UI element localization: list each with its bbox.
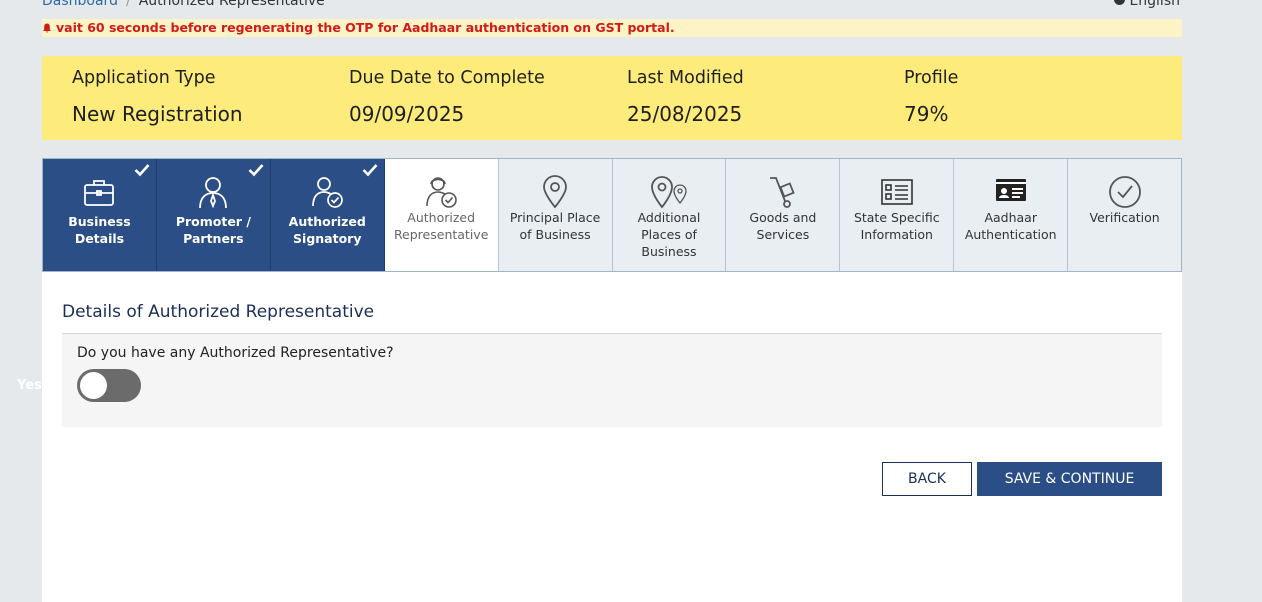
profile: Profile 79%: [904, 68, 958, 126]
hand-truck-icon: [769, 177, 795, 208]
breadcrumb-dashboard-link[interactable]: Dashboard: [42, 0, 118, 9]
authorized-representative-panel: Details of Authorized Representative Do …: [42, 272, 1182, 602]
tab-label-line2: Signatory: [293, 231, 362, 246]
tab-additional-places[interactable]: Additional Places of Business: [613, 159, 727, 271]
tab-goods-services[interactable]: Goods and Services: [726, 159, 841, 271]
representative-icon: [426, 177, 457, 208]
alert-text: vait 60 seconds before regenerating the …: [56, 20, 675, 35]
tab-label-line1: Goods and: [749, 210, 817, 225]
toggle-yes-label: Yes: [17, 378, 42, 393]
tab-aadhaar-authentication[interactable]: Aadhaar Authentication: [954, 159, 1069, 271]
person-icon: [199, 177, 228, 209]
back-button[interactable]: BACK: [882, 462, 972, 496]
save-continue-button[interactable]: SAVE & CONTINUE: [977, 462, 1162, 496]
breadcrumb-current: Authorized Representative: [138, 0, 325, 9]
info-form-icon: [880, 179, 913, 205]
profile-value: 79%: [904, 102, 949, 126]
application-type-label: Application Type: [72, 68, 216, 88]
tab-label-line2: of Business: [519, 227, 591, 242]
breadcrumb-separator: /: [125, 0, 131, 9]
tab-label-line1: Additional: [637, 210, 701, 225]
location-pin-icon: [543, 175, 567, 209]
due-date: Due Date to Complete 09/09/2025: [349, 68, 545, 126]
otp-alert: vait 60 seconds before regenerating the …: [42, 19, 1182, 37]
tab-business-details[interactable]: Business Details: [43, 159, 157, 271]
bell-icon: [43, 23, 51, 33]
tab-label-line1: Principal Place: [509, 210, 601, 225]
id-card-icon: [995, 179, 1026, 201]
question-box: Do you have any Authorized Representativ…: [62, 334, 1162, 427]
signatory-icon: [312, 177, 344, 208]
due-date-label: Due Date to Complete: [349, 68, 545, 88]
tab-label-line1: Business: [68, 214, 131, 229]
tab-label-line1: Authorized: [407, 210, 476, 225]
tab-authorized-signatory[interactable]: Authorized Signatory: [270, 159, 385, 271]
last-modified: Last Modified 25/08/2025: [627, 68, 744, 126]
application-type: Application Type New Registration: [72, 68, 243, 126]
registration-steps: Business Details Promoter / Partners Aut…: [42, 158, 1182, 272]
last-modified-label: Last Modified: [627, 68, 744, 88]
last-modified-value: 25/08/2025: [627, 102, 743, 126]
tab-label-line2: Services: [756, 227, 810, 242]
section-title: Details of Authorized Representative: [62, 302, 375, 322]
toggle-knob: [80, 372, 107, 399]
tab-label-line2: Representative: [393, 227, 489, 242]
representative-toggle[interactable]: [77, 369, 141, 402]
breadcrumb: Dashboard / Authorized Representative: [42, 0, 325, 9]
briefcase-icon: [84, 180, 115, 206]
multi-location-icon: [651, 176, 687, 209]
profile-label: Profile: [904, 68, 959, 88]
check-icon: [248, 164, 264, 177]
tab-principal-place[interactable]: Principal Place of Business: [499, 159, 613, 271]
representative-question: Do you have any Authorized Representativ…: [77, 345, 394, 361]
check-icon: [134, 164, 150, 177]
language-selector[interactable]: English: [1114, 0, 1180, 9]
tab-label-line2: Places of: [641, 227, 697, 242]
tab-state-specific[interactable]: State Specific Information: [840, 159, 955, 271]
tab-label-line1: State Specific: [853, 210, 940, 225]
language-label: English: [1129, 0, 1180, 9]
application-type-value: New Registration: [72, 102, 243, 126]
check-circle-icon: [1108, 176, 1141, 208]
tab-label-line2: Details: [74, 231, 125, 246]
tab-label-line1: Aadhaar: [984, 210, 1037, 225]
tab-verification[interactable]: Verification: [1068, 159, 1181, 271]
tab-label-line3: Business: [641, 244, 697, 259]
tab-authorized-representative[interactable]: Authorized Representative: [384, 159, 499, 271]
tab-label-line2: Partners: [183, 231, 244, 246]
tab-label-line1: Verification: [1089, 210, 1160, 225]
tab-label-line2: Authentication: [964, 227, 1057, 242]
due-date-value: 09/09/2025: [349, 102, 465, 126]
tab-label-line1: Authorized: [288, 214, 366, 229]
check-icon: [362, 164, 378, 177]
tab-label-line2: Information: [860, 227, 933, 242]
tab-promoter-partners[interactable]: Promoter / Partners: [156, 159, 271, 271]
application-summary: Application Type New Registration Due Da…: [42, 56, 1182, 140]
globe-icon: [1114, 0, 1126, 5]
tab-label-line1: Promoter /: [175, 214, 251, 229]
